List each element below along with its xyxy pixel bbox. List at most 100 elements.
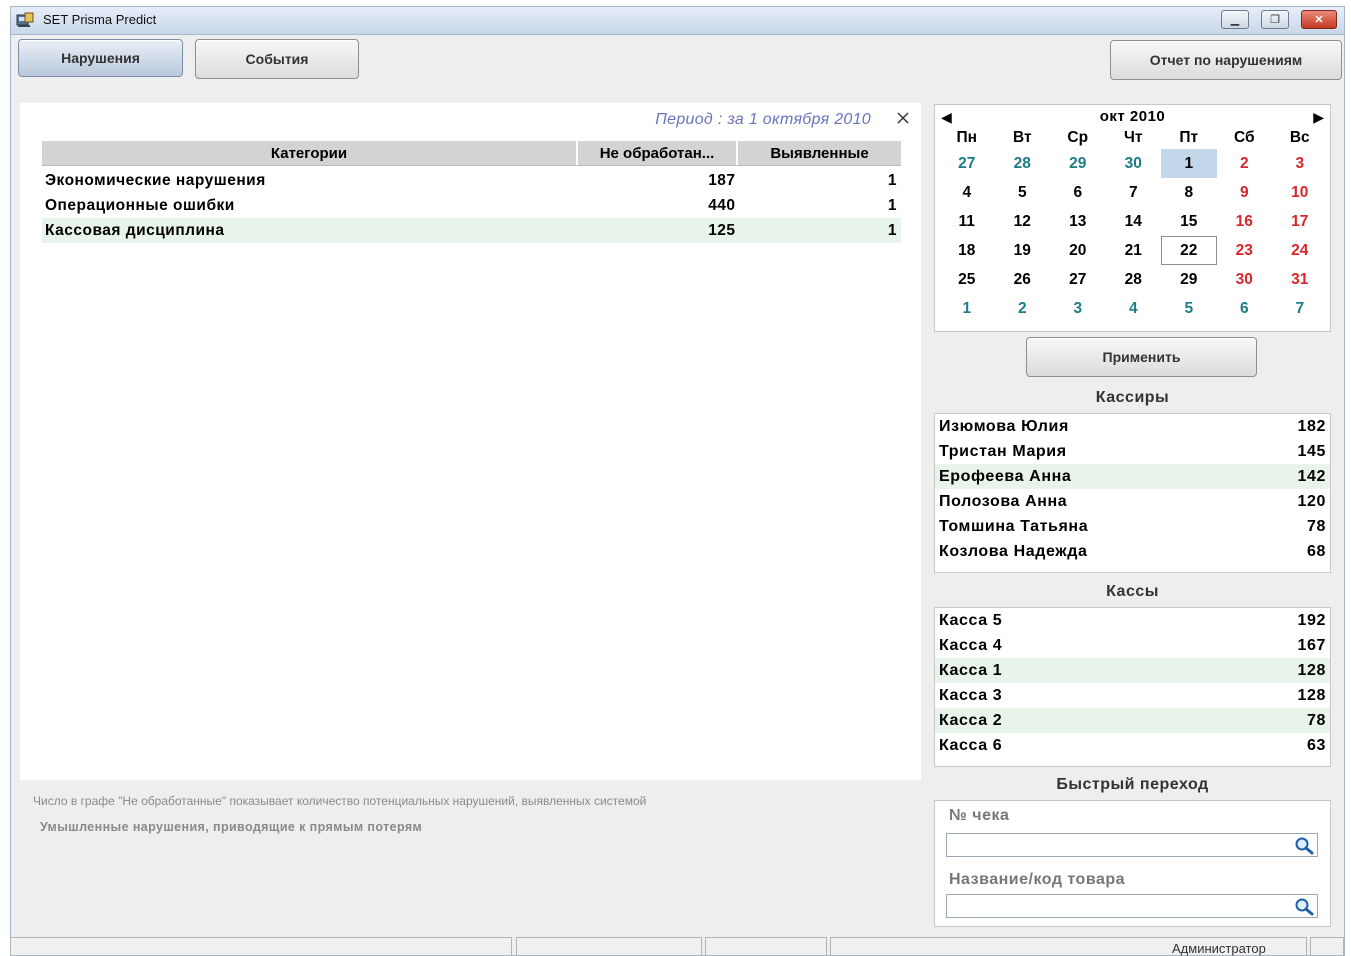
calendar-day[interactable]: 26: [995, 265, 1051, 294]
calendar-day[interactable]: 21: [1106, 236, 1162, 265]
calendar-day[interactable]: 10: [1272, 178, 1328, 207]
register-count: 128: [1297, 686, 1326, 704]
calendar-day[interactable]: 4: [1106, 294, 1162, 323]
table-row[interactable]: Экономические нарушения 187 1: [42, 168, 901, 193]
product-input[interactable]: [946, 894, 1318, 918]
calendar-day[interactable]: 31: [1272, 265, 1328, 294]
list-item[interactable]: Изюмова Юлия 182: [935, 414, 1330, 439]
list-item[interactable]: Касса 4 167: [935, 633, 1330, 658]
calendar-day[interactable]: 17: [1272, 207, 1328, 236]
calendar-day[interactable]: 30: [1217, 265, 1273, 294]
close-icon[interactable]: [895, 110, 911, 126]
window-title: SET Prisma Predict: [43, 12, 157, 27]
cashiers-title: Кассиры: [1095, 389, 1170, 406]
calendar-day[interactable]: 7: [1106, 178, 1162, 207]
search-icon[interactable]: [1294, 836, 1314, 855]
report-button[interactable]: Отчет по нарушениям: [1110, 40, 1342, 80]
app-icon: [16, 12, 34, 27]
status-segment: [10, 937, 512, 955]
calendar-day[interactable]: 29: [1050, 149, 1106, 178]
violations-panel: Период : за 1 октября 2010 Категории Не …: [20, 103, 921, 780]
restore-button[interactable]: ❐: [1261, 10, 1289, 29]
weekday-label: Сб: [1233, 128, 1255, 146]
minimize-icon: ▁: [1230, 14, 1240, 26]
calendar-day[interactable]: 12: [995, 207, 1051, 236]
status-user: Администратор: [1172, 941, 1266, 956]
calendar-day[interactable]: 29: [1161, 265, 1217, 294]
receipt-input[interactable]: [946, 833, 1318, 857]
column-header[interactable]: Категории: [42, 141, 578, 165]
status-segment: [705, 937, 827, 955]
cashier-name: Полозова Анна: [939, 492, 1068, 510]
calendar-day[interactable]: 28: [1106, 265, 1162, 294]
list-item[interactable]: Касса 5 192: [935, 608, 1330, 633]
quick-jump-title: Быстрый переход: [1056, 776, 1209, 793]
table-row[interactable]: Кассовая дисциплина 125 1: [42, 218, 901, 243]
calendar-day[interactable]: 14: [1106, 207, 1162, 236]
calendar: ◀ ▶ окт 2010 Пн Вт Ср Чт Пт Сб Вс 27 28 29 30 1 2 3 4 5…: [934, 104, 1331, 332]
list-item[interactable]: Касса 1 128: [935, 658, 1330, 683]
calendar-month: окт 2010: [1099, 108, 1166, 125]
calendar-day[interactable]: 9: [1217, 178, 1273, 207]
apply-button[interactable]: Применить: [1026, 337, 1257, 377]
calendar-day[interactable]: 2: [1217, 149, 1273, 178]
calendar-day[interactable]: 5: [995, 178, 1051, 207]
calendar-day[interactable]: 22: [1161, 236, 1217, 265]
column-header[interactable]: Не обработан...: [578, 141, 738, 165]
close-button[interactable]: ✕: [1301, 10, 1337, 29]
list-item[interactable]: Тристан Мария 145: [935, 439, 1330, 464]
status-bar: [0, 930, 1351, 955]
calendar-day[interactable]: 5: [1161, 294, 1217, 323]
calendar-day[interactable]: 30: [1106, 149, 1162, 178]
category-cell: Кассовая дисциплина: [45, 221, 225, 239]
calendar-day[interactable]: 6: [1217, 294, 1273, 323]
minimize-button[interactable]: ▁: [1221, 10, 1249, 29]
category-cell: Экономические нарушения: [45, 171, 266, 189]
calendar-day[interactable]: 3: [1050, 294, 1106, 323]
calendar-day[interactable]: 25: [939, 265, 995, 294]
calendar-day[interactable]: 28: [995, 149, 1051, 178]
calendar-day[interactable]: 4: [939, 178, 995, 207]
calendar-day[interactable]: 7: [1272, 294, 1328, 323]
calendar-day[interactable]: 18: [939, 236, 995, 265]
weekday-label: Пн: [956, 128, 977, 146]
cashier-count: 142: [1297, 467, 1326, 485]
list-item[interactable]: Полозова Анна 120: [935, 489, 1330, 514]
calendar-day[interactable]: 1: [939, 294, 995, 323]
calendar-day[interactable]: 19: [995, 236, 1051, 265]
calendar-day[interactable]: 1: [1161, 149, 1217, 178]
list-item[interactable]: Касса 3 128: [935, 683, 1330, 708]
quick-jump-panel: № чека Название/код товара: [934, 800, 1331, 927]
calendar-day[interactable]: 20: [1050, 236, 1106, 265]
list-item[interactable]: Касса 6 63: [935, 733, 1330, 758]
list-item[interactable]: Ерофеева Анна 142: [935, 464, 1330, 489]
calendar-day[interactable]: 15: [1161, 207, 1217, 236]
table-row[interactable]: Операционные ошибки 440 1: [42, 193, 901, 218]
calendar-day[interactable]: 24: [1272, 236, 1328, 265]
calendar-day[interactable]: 11: [939, 207, 995, 236]
calendar-day[interactable]: 8: [1161, 178, 1217, 207]
calendar-day[interactable]: 27: [1050, 265, 1106, 294]
tab-events[interactable]: События: [195, 39, 359, 79]
status-segment: [1310, 937, 1344, 955]
status-segment: [516, 937, 702, 955]
calendar-day[interactable]: 2: [995, 294, 1051, 323]
column-header[interactable]: Выявленные: [738, 141, 901, 165]
calendar-day[interactable]: 16: [1217, 207, 1273, 236]
tab-violations[interactable]: Нарушения: [18, 39, 183, 77]
calendar-day[interactable]: 27: [939, 149, 995, 178]
calendar-day[interactable]: 23: [1217, 236, 1273, 265]
list-item[interactable]: Касса 2 78: [935, 708, 1330, 733]
register-count: 192: [1297, 611, 1326, 629]
calendar-day[interactable]: 6: [1050, 178, 1106, 207]
calendar-day[interactable]: 3: [1272, 149, 1328, 178]
cashiers-list: Изюмова Юлия 182 Тристан Мария 145 Ерофеев…: [934, 413, 1331, 573]
calendar-day[interactable]: 13: [1050, 207, 1106, 236]
list-item[interactable]: Козлова Надежда 68: [935, 539, 1330, 564]
weekday-label: Вт: [1012, 128, 1032, 146]
search-icon[interactable]: [1294, 897, 1314, 916]
period-label[interactable]: Период : за 1 октября 2010: [655, 111, 871, 129]
list-item[interactable]: Томшина Татьяна 78: [935, 514, 1330, 539]
title-bar[interactable]: SET Prisma Predict ▁ ❐ ✕: [11, 7, 1344, 35]
register-name: Касса 2: [939, 711, 1003, 729]
